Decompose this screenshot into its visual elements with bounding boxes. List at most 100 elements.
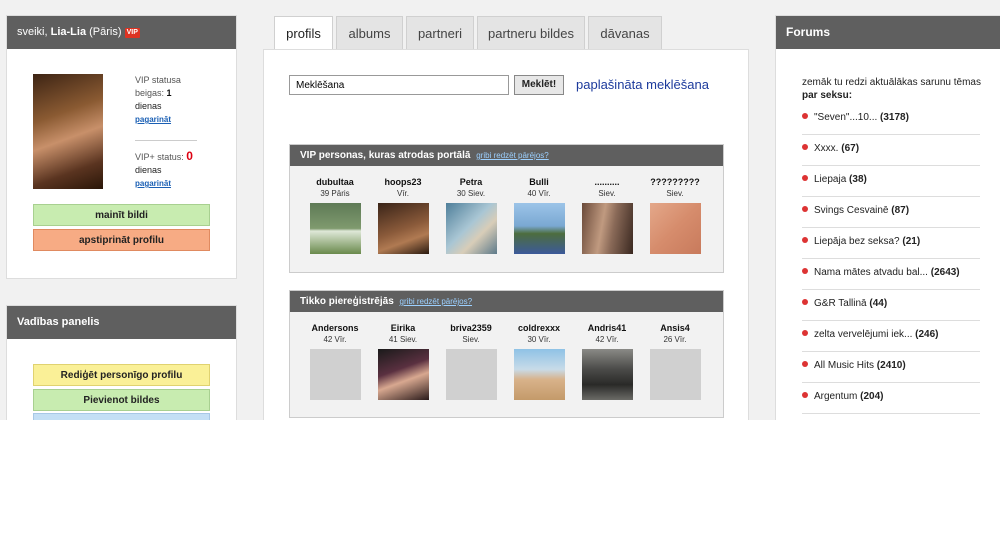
topic-title[interactable]: Nama mātes atvadu bal... bbox=[814, 267, 928, 278]
bullet-icon bbox=[802, 113, 808, 119]
person-card[interactable]: Andersons 42 Vīr. bbox=[305, 323, 365, 400]
add-photos-button[interactable]: Pievienot bildes bbox=[33, 389, 210, 411]
tab-gifts[interactable]: dāvanas bbox=[588, 16, 662, 50]
person-name[interactable]: Andris41 bbox=[577, 323, 637, 335]
change-photo-button[interactable]: mainīt bildi bbox=[33, 204, 210, 226]
person-card[interactable]: Andris41 42 Vīr. bbox=[577, 323, 637, 400]
forum-intro: zemāk tu redzi aktuālākas sarunu tēmas p… bbox=[802, 76, 987, 102]
control-panel: Vadības panelis Rediģēt personīgo profil… bbox=[6, 305, 237, 435]
person-name[interactable]: .......... bbox=[577, 177, 637, 189]
person-photo[interactable] bbox=[513, 203, 565, 254]
new-see-others-link[interactable]: gribi redzēt pārējos? bbox=[400, 297, 472, 306]
person-name[interactable]: Eirika bbox=[373, 323, 433, 335]
topic-count: (246) bbox=[915, 329, 939, 340]
topic-title[interactable]: Xxxx. bbox=[814, 143, 838, 154]
person-photo-placeholder[interactable] bbox=[649, 349, 701, 400]
topic-title[interactable]: "Seven"...10... bbox=[814, 112, 877, 123]
forum-topic[interactable]: Nama mātes atvadu bal... (2643) bbox=[802, 258, 980, 290]
vipplus-status-info: VIP+ status: 0 dienas pagarināt bbox=[135, 150, 193, 190]
person-name[interactable]: Ansis4 bbox=[645, 323, 705, 335]
forum-topic[interactable]: Liepaja (38) bbox=[802, 165, 980, 197]
topic-title[interactable]: Liepaja bbox=[814, 174, 846, 185]
tab-partners[interactable]: partneri bbox=[406, 16, 474, 50]
forum-topic[interactable]: Argentum (204) bbox=[802, 382, 980, 414]
person-card[interactable]: .......... Siev. bbox=[577, 177, 637, 254]
person-name[interactable]: Petra bbox=[441, 177, 501, 189]
person-name[interactable]: hoops23 bbox=[373, 177, 433, 189]
person-name[interactable]: Bulli bbox=[509, 177, 569, 189]
user-panel-header: sveiki, Lia-Lia (Pāris) VIP bbox=[7, 16, 236, 49]
person-name[interactable]: ????????? bbox=[645, 177, 705, 189]
control-panel-title: Vadības panelis bbox=[7, 306, 236, 339]
person-card[interactable]: hoops23 Vīr. bbox=[373, 177, 433, 254]
forum-topic[interactable]: Svings Cesvainē (87) bbox=[802, 196, 980, 228]
topic-title[interactable]: All Music Hits bbox=[814, 360, 874, 371]
forum-topic[interactable]: Xxxx. (67) bbox=[802, 134, 980, 166]
person-card[interactable]: Ansis4 26 Vīr. bbox=[645, 323, 705, 400]
vip-extend-link[interactable]: pagarināt bbox=[135, 115, 171, 124]
bullet-icon bbox=[802, 330, 808, 336]
new-section-header: Tikko piereģistrējās gribi redzēt pārējo… bbox=[290, 291, 723, 312]
person-photo[interactable] bbox=[309, 203, 361, 254]
person-card[interactable]: dubultaa 39 Pāris bbox=[305, 177, 365, 254]
vip-see-others-link[interactable]: gribi redzēt pārējos? bbox=[476, 151, 548, 160]
forum-topic[interactable]: "Seven"...10... (3178) bbox=[802, 103, 980, 135]
vip-section-header: VIP personas, kuras atrodas portālā grib… bbox=[290, 145, 723, 166]
tab-profile[interactable]: profils bbox=[274, 16, 333, 51]
forum-topic[interactable]: Liepāja bez seksa? (21) bbox=[802, 227, 980, 259]
person-name[interactable]: Andersons bbox=[305, 323, 365, 335]
person-name[interactable]: briva2359 bbox=[441, 323, 501, 335]
avatar[interactable] bbox=[33, 74, 103, 189]
person-photo[interactable] bbox=[445, 203, 497, 254]
edit-profile-button[interactable]: Rediģēt personīgo profilu bbox=[33, 364, 210, 386]
vip-days-count: 1 bbox=[166, 88, 172, 98]
person-card[interactable]: coldrexxx 30 Vīr. bbox=[509, 323, 569, 400]
advanced-search-link[interactable]: paplašināta meklēšana bbox=[576, 77, 709, 92]
greeting: sveiki, bbox=[17, 26, 48, 38]
person-photo-placeholder[interactable] bbox=[445, 349, 497, 400]
forum-topic[interactable]: zelta vervelējumi iek... (246) bbox=[802, 320, 980, 352]
person-age: 41 Siev. bbox=[388, 335, 418, 344]
person-photo[interactable] bbox=[581, 349, 633, 400]
person-card[interactable]: Bulli 40 Vīr. bbox=[509, 177, 569, 254]
topic-title[interactable]: G&R Tallinā bbox=[814, 298, 867, 309]
person-card[interactable]: Petra 30 Siev. bbox=[441, 177, 501, 254]
forum-topic[interactable]: All Music Hits (2410) bbox=[802, 351, 980, 383]
topic-count: (21) bbox=[902, 236, 921, 247]
person-photo[interactable] bbox=[581, 203, 633, 254]
topic-title[interactable]: Argentum bbox=[814, 391, 857, 402]
topic-title[interactable]: Svings Cesvainē bbox=[814, 205, 888, 216]
person-age: Vīr. bbox=[396, 189, 409, 198]
person-photo[interactable] bbox=[377, 203, 429, 254]
search-input[interactable] bbox=[289, 75, 509, 95]
vipplus-label: VIP+ status: bbox=[135, 152, 184, 162]
person-photo[interactable] bbox=[649, 203, 701, 254]
confirm-profile-button[interactable]: apstiprināt profilu bbox=[33, 229, 210, 251]
person-card[interactable]: ????????? Siev. bbox=[645, 177, 705, 254]
forum-topic[interactable]: G&R Tallinā (44) bbox=[802, 289, 980, 321]
main-content: Meklēt! paplašināta meklēšana VIP person… bbox=[263, 49, 749, 429]
tab-albums[interactable]: albums bbox=[336, 16, 403, 50]
person-card[interactable]: Eirika 41 Siev. bbox=[373, 323, 433, 400]
person-card[interactable]: briva2359 Siev. bbox=[441, 323, 501, 400]
vipplus-extend-link[interactable]: pagarināt bbox=[135, 179, 171, 188]
vipplus-days-word: dienas bbox=[135, 165, 162, 175]
person-photo[interactable] bbox=[377, 349, 429, 400]
forum-title: Forums bbox=[776, 16, 1000, 49]
person-age: 42 Vīr. bbox=[323, 335, 347, 344]
person-name[interactable]: coldrexxx bbox=[509, 323, 569, 335]
search-button[interactable]: Meklēt! bbox=[514, 75, 564, 95]
person-photo-placeholder[interactable] bbox=[309, 349, 361, 400]
topic-count: (67) bbox=[841, 143, 860, 154]
topic-count: (3178) bbox=[880, 112, 909, 123]
topic-title[interactable]: zelta vervelējumi iek... bbox=[814, 329, 912, 340]
person-name[interactable]: dubultaa bbox=[305, 177, 365, 189]
topic-count: (2410) bbox=[876, 360, 906, 371]
tab-partner-photos[interactable]: partneru bildes bbox=[477, 16, 585, 50]
page-blank-area bbox=[0, 420, 1000, 556]
topic-count: (38) bbox=[849, 174, 867, 185]
bullet-icon bbox=[802, 392, 808, 398]
topic-title[interactable]: Liepāja bez seksa? bbox=[814, 236, 900, 247]
person-photo[interactable] bbox=[513, 349, 565, 400]
user-panel: sveiki, Lia-Lia (Pāris) VIP VIP statusa … bbox=[6, 15, 237, 279]
